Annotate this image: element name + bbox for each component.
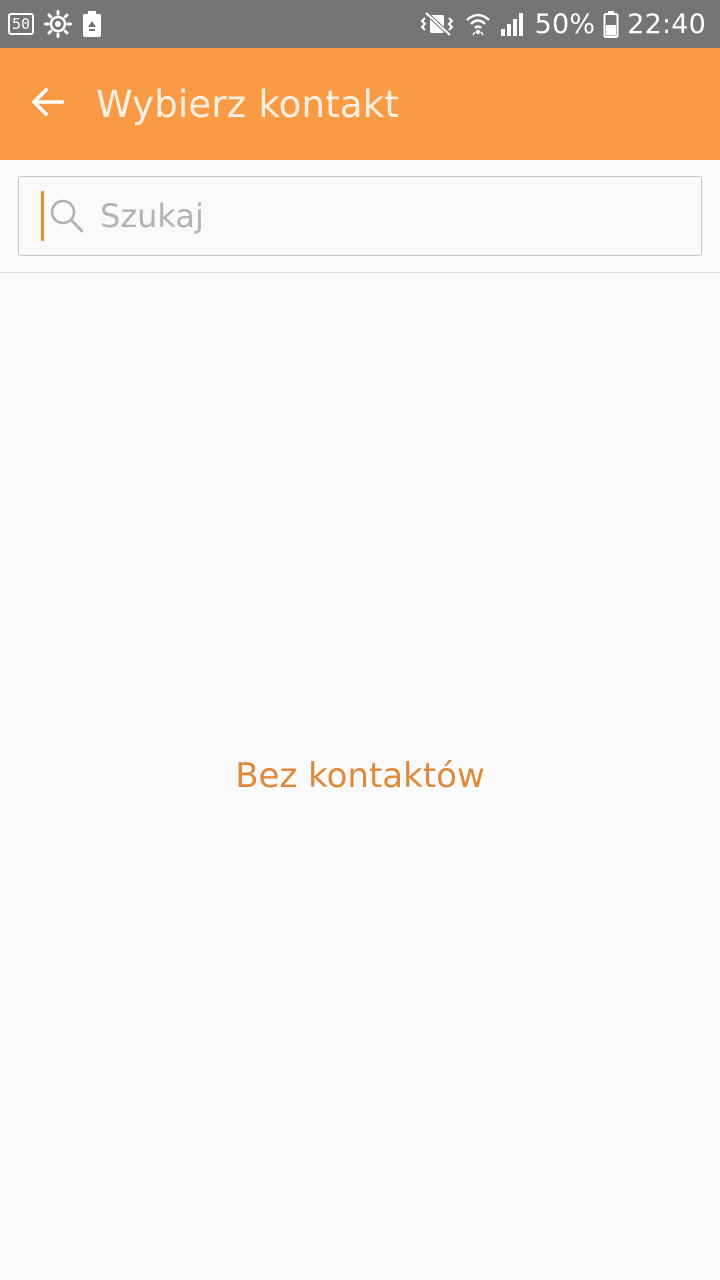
mute-vibrate-icon — [417, 10, 457, 38]
clock: 22:40 — [627, 8, 706, 40]
battery-icon — [603, 10, 619, 38]
badge-50-icon: 50 — [8, 13, 35, 35]
arrow-left-icon — [30, 84, 66, 125]
status-bar: 50 50% 22:40 — [0, 0, 720, 48]
app-bar: Wybierz kontakt — [0, 48, 720, 160]
search-section — [0, 160, 720, 273]
back-button[interactable] — [0, 48, 96, 160]
search-box[interactable] — [18, 176, 702, 256]
signal-icon — [499, 10, 527, 38]
search-icon — [48, 197, 86, 235]
status-left-icons: 50 — [8, 10, 102, 38]
search-input[interactable] — [100, 197, 620, 235]
status-right-icons: 50% 22:40 — [417, 9, 706, 40]
sun-settings-icon — [44, 10, 73, 38]
empty-state-message: Bez kontaktów — [235, 756, 485, 796]
text-caret — [41, 191, 44, 241]
battery-saver-recycle-icon — [82, 10, 102, 38]
page-title: Wybierz kontakt — [96, 82, 400, 126]
wifi-icon — [465, 10, 491, 38]
battery-percent: 50% — [534, 8, 596, 40]
